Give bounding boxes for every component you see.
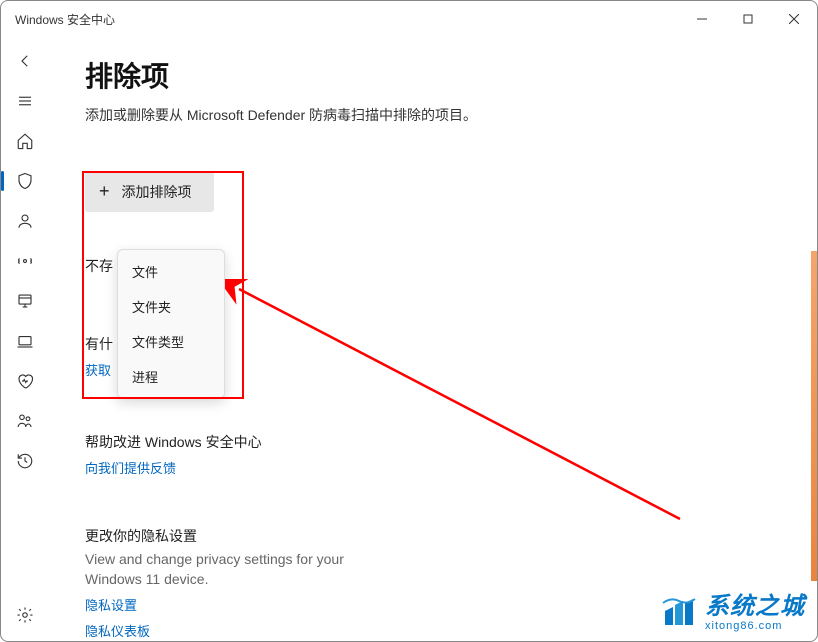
- watermark-title: 系统之城: [705, 595, 805, 619]
- feedback-link[interactable]: 向我们提供反馈: [85, 458, 176, 477]
- minimize-button[interactable]: [679, 1, 725, 37]
- shield-icon[interactable]: [5, 163, 45, 199]
- window-title: Windows 安全中心: [15, 11, 679, 28]
- settings-icon[interactable]: [5, 597, 45, 633]
- menu-button[interactable]: [5, 83, 45, 119]
- close-button[interactable]: [771, 1, 817, 37]
- device-security-icon[interactable]: [5, 323, 45, 359]
- right-edge-deco: [811, 251, 817, 581]
- family-icon[interactable]: [5, 403, 45, 439]
- menu-item-file[interactable]: 文件: [118, 254, 224, 289]
- menu-item-process[interactable]: 进程: [118, 359, 224, 394]
- add-exclusion-button[interactable]: + 添加排除项: [85, 171, 214, 212]
- privacy-description: View and change privacy settings for you…: [85, 550, 345, 589]
- privacy-heading: 更改你的隐私设置: [85, 526, 781, 546]
- watermark: 系统之城 xitong86.com: [659, 593, 805, 633]
- maximize-button[interactable]: [725, 1, 771, 37]
- page-subtitle: 添加或删除要从 Microsoft Defender 防病毒扫描中排除的项目。: [85, 105, 781, 125]
- get-link[interactable]: 获取: [85, 360, 111, 379]
- page-title: 排除项: [85, 55, 781, 95]
- menu-item-folder[interactable]: 文件夹: [118, 289, 224, 324]
- window-controls: [679, 1, 817, 37]
- sidebar: [1, 37, 49, 641]
- menu-item-filetype[interactable]: 文件类型: [118, 324, 224, 359]
- app-browser-icon[interactable]: [5, 283, 45, 319]
- privacy-settings-link[interactable]: 隐私设置: [85, 595, 137, 614]
- watermark-url: xitong86.com: [705, 621, 805, 632]
- device-health-icon[interactable]: [5, 363, 45, 399]
- back-button[interactable]: [5, 43, 45, 79]
- watermark-logo-icon: [659, 593, 699, 633]
- help-heading: 帮助改进 Windows 安全中心: [85, 432, 781, 452]
- home-icon[interactable]: [5, 123, 45, 159]
- firewall-icon[interactable]: [5, 243, 45, 279]
- account-icon[interactable]: [5, 203, 45, 239]
- titlebar: Windows 安全中心: [1, 1, 817, 37]
- add-button-label: 添加排除项: [122, 182, 192, 202]
- protection-history-icon[interactable]: [5, 443, 45, 479]
- plus-icon: +: [99, 181, 110, 202]
- privacy-dashboard-link[interactable]: 隐私仪表板: [85, 621, 150, 640]
- exclusion-type-dropdown: 文件 文件夹 文件类型 进程: [117, 249, 225, 399]
